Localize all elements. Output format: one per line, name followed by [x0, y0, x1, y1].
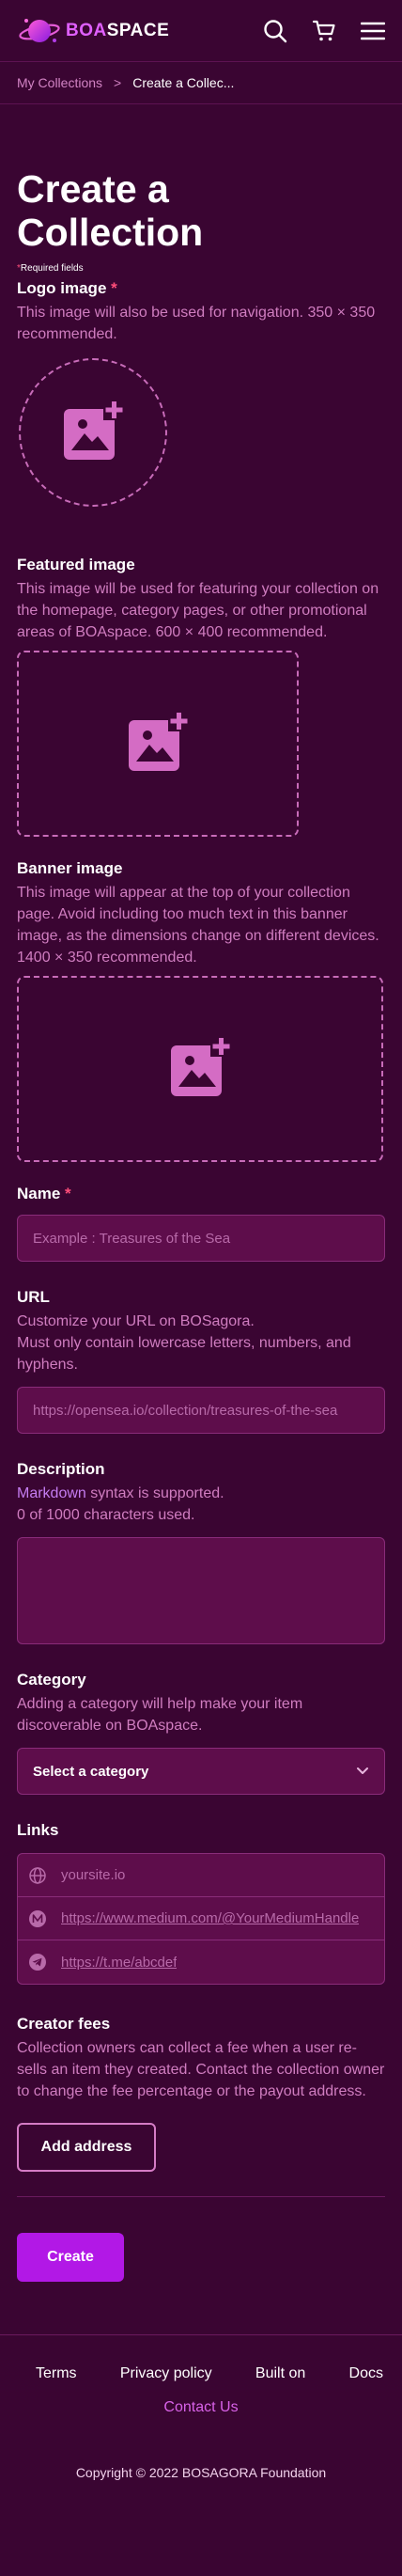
url-desc-line1: Customize your URL on BOSagora.	[17, 1313, 255, 1329]
add-image-icon	[127, 710, 189, 778]
logo-image-section: Logo image * This image will also be use…	[17, 279, 385, 507]
featured-image-desc: This image will be used for featuring yo…	[17, 581, 379, 640]
description-section: Description Markdown syntax is supported…	[17, 1460, 385, 1644]
footer-privacy-link[interactable]: Privacy policy	[120, 2365, 212, 2382]
banner-image-section: Banner image This image will appear at t…	[17, 859, 385, 1162]
footer-terms-link[interactable]: Terms	[36, 2365, 77, 2382]
featured-image-upload[interactable]	[17, 651, 299, 837]
url-label: URL	[17, 1288, 50, 1306]
footer-contact-link[interactable]: Contact Us	[0, 2399, 402, 2416]
footer-divider	[0, 2334, 402, 2335]
add-address-button[interactable]: Add address	[17, 2123, 156, 2172]
brand-logo[interactable]: BOASPACE	[17, 12, 169, 50]
brand-space: SPACE	[106, 20, 170, 40]
description-textarea[interactable]	[17, 1537, 385, 1644]
description-counter: 0 of 1000 characters used.	[17, 1507, 195, 1523]
category-select[interactable]: Select a category	[17, 1748, 385, 1795]
url-desc-line2: Must only contain lowercase letters, num…	[17, 1335, 351, 1373]
menu-icon[interactable]	[361, 21, 385, 41]
logo-image-label: Logo image *	[17, 279, 385, 298]
cart-icon[interactable]	[312, 19, 336, 43]
creator-fees-label: Creator fees	[17, 2015, 111, 2033]
footer-copyright: Copyright © 2022 BOSAGORA Foundation	[75, 2465, 327, 2480]
category-label: Category	[17, 1671, 86, 1689]
name-section: Name * Example : Treasures of the Sea	[17, 1185, 385, 1262]
links-section: Links yoursite.io https://www.medium.com…	[17, 1821, 385, 1985]
logo-mark-icon	[17, 12, 62, 50]
banner-image-label: Banner image	[17, 859, 123, 877]
top-header: BOASPACE	[0, 0, 402, 62]
medium-link-placeholder: https://www.medium.com/@YourMediumHandle	[61, 1910, 360, 1926]
breadcrumb-my-collections[interactable]: My Collections	[17, 75, 102, 90]
website-link-placeholder: yoursite.io	[61, 1867, 126, 1883]
medium-icon	[27, 1908, 48, 1929]
name-input[interactable]: Example : Treasures of the Sea	[17, 1215, 385, 1262]
markdown-link[interactable]: Markdown	[17, 1485, 86, 1501]
page-title: Create a Collection	[17, 167, 204, 254]
add-image-icon	[62, 399, 124, 466]
banner-image-desc: This image will appear at the top of you…	[17, 885, 379, 966]
links-label: Links	[17, 1821, 59, 1839]
telegram-link-placeholder: https://t.me/abcdef	[61, 1954, 178, 1971]
featured-image-label: Featured image	[17, 556, 135, 573]
telegram-icon	[27, 1952, 48, 1972]
category-section: Category Adding a category will help mak…	[17, 1671, 385, 1795]
name-label: Name *	[17, 1185, 385, 1203]
required-star: *	[65, 1185, 71, 1202]
link-row-telegram[interactable]: https://t.me/abcdef	[18, 1940, 384, 1984]
globe-icon	[27, 1865, 48, 1886]
url-input[interactable]: https://opensea.io/collection/treasures-…	[17, 1387, 385, 1434]
description-markdown-note: Markdown syntax is supported.	[17, 1483, 385, 1504]
required-note-text: Required fields	[20, 263, 84, 274]
url-section: URL Customize your URL on BOSagora. Must…	[17, 1288, 385, 1434]
banner-image-upload[interactable]	[17, 976, 383, 1162]
required-star: *	[111, 279, 117, 297]
breadcrumb-current: Create a Collec...	[132, 75, 235, 90]
markdown-note-text: syntax is supported.	[85, 1485, 224, 1501]
logo-image-label-text: Logo image	[17, 279, 107, 297]
breadcrumb-separator: >	[114, 75, 122, 90]
required-fields-note: *Required fields	[17, 263, 385, 274]
creator-fees-desc: Collection owners can collect a fee when…	[17, 2040, 385, 2099]
featured-image-section: Featured image This image will be used f…	[17, 556, 385, 837]
logo-image-upload[interactable]	[19, 358, 167, 507]
creator-fees-section: Creator fees Collection owners can colle…	[17, 2015, 385, 2172]
category-desc: Adding a category will help make your it…	[17, 1696, 303, 1734]
chevron-down-icon	[356, 1764, 369, 1780]
footer-links: Terms Privacy policy Built on Docs	[0, 2365, 402, 2382]
search-icon[interactable]	[263, 19, 287, 43]
name-label-text: Name	[17, 1185, 61, 1202]
brand-boa: BOA	[66, 20, 107, 40]
brand-wordmark: BOASPACE	[66, 21, 169, 41]
logo-image-desc: This image will also be used for navigat…	[17, 305, 376, 342]
footer-docs-link[interactable]: Docs	[349, 2365, 383, 2382]
add-image-icon	[169, 1035, 231, 1103]
section-divider	[17, 2196, 385, 2197]
breadcrumb: My Collections > Create a Collec...	[0, 62, 402, 104]
link-row-medium[interactable]: https://www.medium.com/@YourMediumHandle	[18, 1897, 384, 1940]
create-button[interactable]: Create	[17, 2233, 124, 2282]
link-row-website[interactable]: yoursite.io	[18, 1854, 384, 1897]
category-select-value: Select a category	[33, 1763, 149, 1780]
links-box: yoursite.io https://www.medium.com/@Your…	[17, 1853, 385, 1985]
footer-built-on-link[interactable]: Built on	[255, 2365, 305, 2382]
description-label: Description	[17, 1460, 105, 1478]
